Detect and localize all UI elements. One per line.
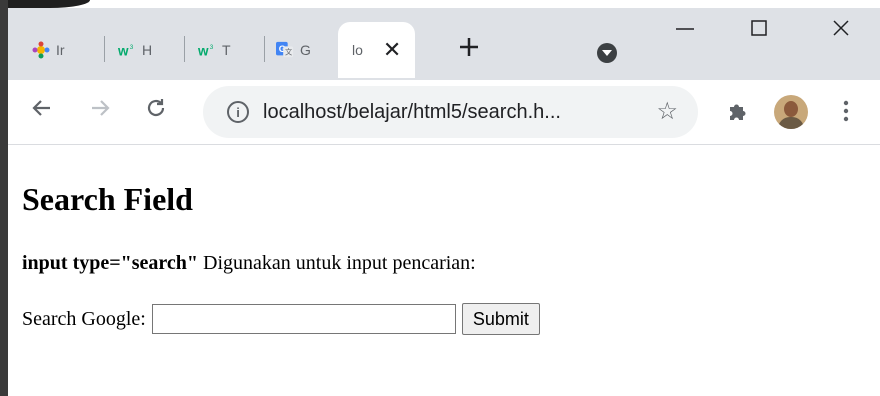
- bookmark-star-icon[interactable]: ☆: [656, 97, 678, 126]
- forward-button[interactable]: [88, 96, 112, 127]
- extensions-button[interactable]: [726, 100, 748, 127]
- tab-2-label: H: [142, 42, 153, 58]
- tab-1-label: Ir: [56, 42, 65, 58]
- tab-active[interactable]: lo ✕: [338, 22, 416, 78]
- reload-button[interactable]: [144, 96, 168, 127]
- tab-3-label: T: [222, 42, 231, 58]
- tab-4[interactable]: G文 G: [276, 22, 311, 78]
- reload-icon: [147, 99, 165, 117]
- info-icon[interactable]: i: [227, 101, 249, 123]
- tab-search-button[interactable]: [597, 43, 617, 63]
- colorful-gear-icon: [32, 41, 50, 59]
- svg-text:3: 3: [210, 44, 214, 51]
- tab-separator: [264, 36, 265, 62]
- address-bar[interactable]: i localhost/belajar/html5/search.h... ☆: [203, 86, 698, 138]
- plus-icon: [460, 38, 478, 56]
- page-content: Search Field input type="search" Digunak…: [22, 145, 540, 335]
- window-frame: [0, 0, 8, 396]
- svg-text:文: 文: [285, 48, 292, 57]
- tab-active-label: lo: [352, 42, 363, 58]
- forward-arrow-icon: [92, 100, 110, 116]
- new-tab-button[interactable]: [458, 34, 480, 64]
- chevron-down-icon: [602, 50, 612, 56]
- window-corner: [0, 0, 90, 8]
- menu-button[interactable]: [842, 98, 850, 129]
- page-title: Search Field: [22, 181, 193, 217]
- svg-text:w: w: [118, 43, 129, 58]
- google-translate-icon: G文: [276, 41, 294, 59]
- svg-text:w: w: [198, 43, 209, 58]
- tab-separator: [104, 36, 105, 62]
- back-button[interactable]: [30, 96, 54, 127]
- search-input[interactable]: [151, 304, 456, 334]
- minimize-icon: [676, 28, 694, 30]
- search-form: Search Google: Submit: [22, 303, 540, 335]
- back-arrow-icon: [32, 100, 50, 116]
- puzzle-icon: [730, 104, 746, 120]
- tab-1[interactable]: Ir: [32, 22, 65, 78]
- description-text: Digunakan untuk input pencarian:: [198, 252, 476, 274]
- w3-icon: w3: [198, 41, 216, 59]
- close-tab-icon[interactable]: ✕: [383, 37, 401, 63]
- tab-2[interactable]: w3 H: [118, 22, 152, 78]
- w3-icon: w3: [118, 41, 136, 59]
- search-label: Search Google:: [22, 307, 146, 330]
- close-window-button[interactable]: [832, 18, 850, 46]
- minimize-button[interactable]: [676, 18, 694, 46]
- url-text: localhost/belajar/html5/search.h...: [263, 100, 561, 123]
- avatar[interactable]: [774, 95, 808, 129]
- browser-toolbar: i localhost/belajar/html5/search.h... ☆: [8, 80, 880, 145]
- close-icon: [833, 20, 849, 36]
- maximize-button[interactable]: [750, 18, 768, 46]
- tab-3[interactable]: w3 T: [198, 22, 231, 78]
- tab-strip: Ir w3 H w3 T G文 G lo ✕: [8, 8, 880, 80]
- submit-button[interactable]: Submit: [461, 303, 540, 335]
- description-bold: input type="search": [22, 252, 199, 274]
- svg-text:3: 3: [130, 44, 134, 51]
- more-vert-icon: [843, 100, 849, 122]
- tab-4-label: G: [300, 42, 311, 58]
- description: input type="search" Digunakan untuk inpu…: [22, 252, 540, 275]
- maximize-icon: [751, 20, 767, 36]
- tab-separator: [184, 36, 185, 62]
